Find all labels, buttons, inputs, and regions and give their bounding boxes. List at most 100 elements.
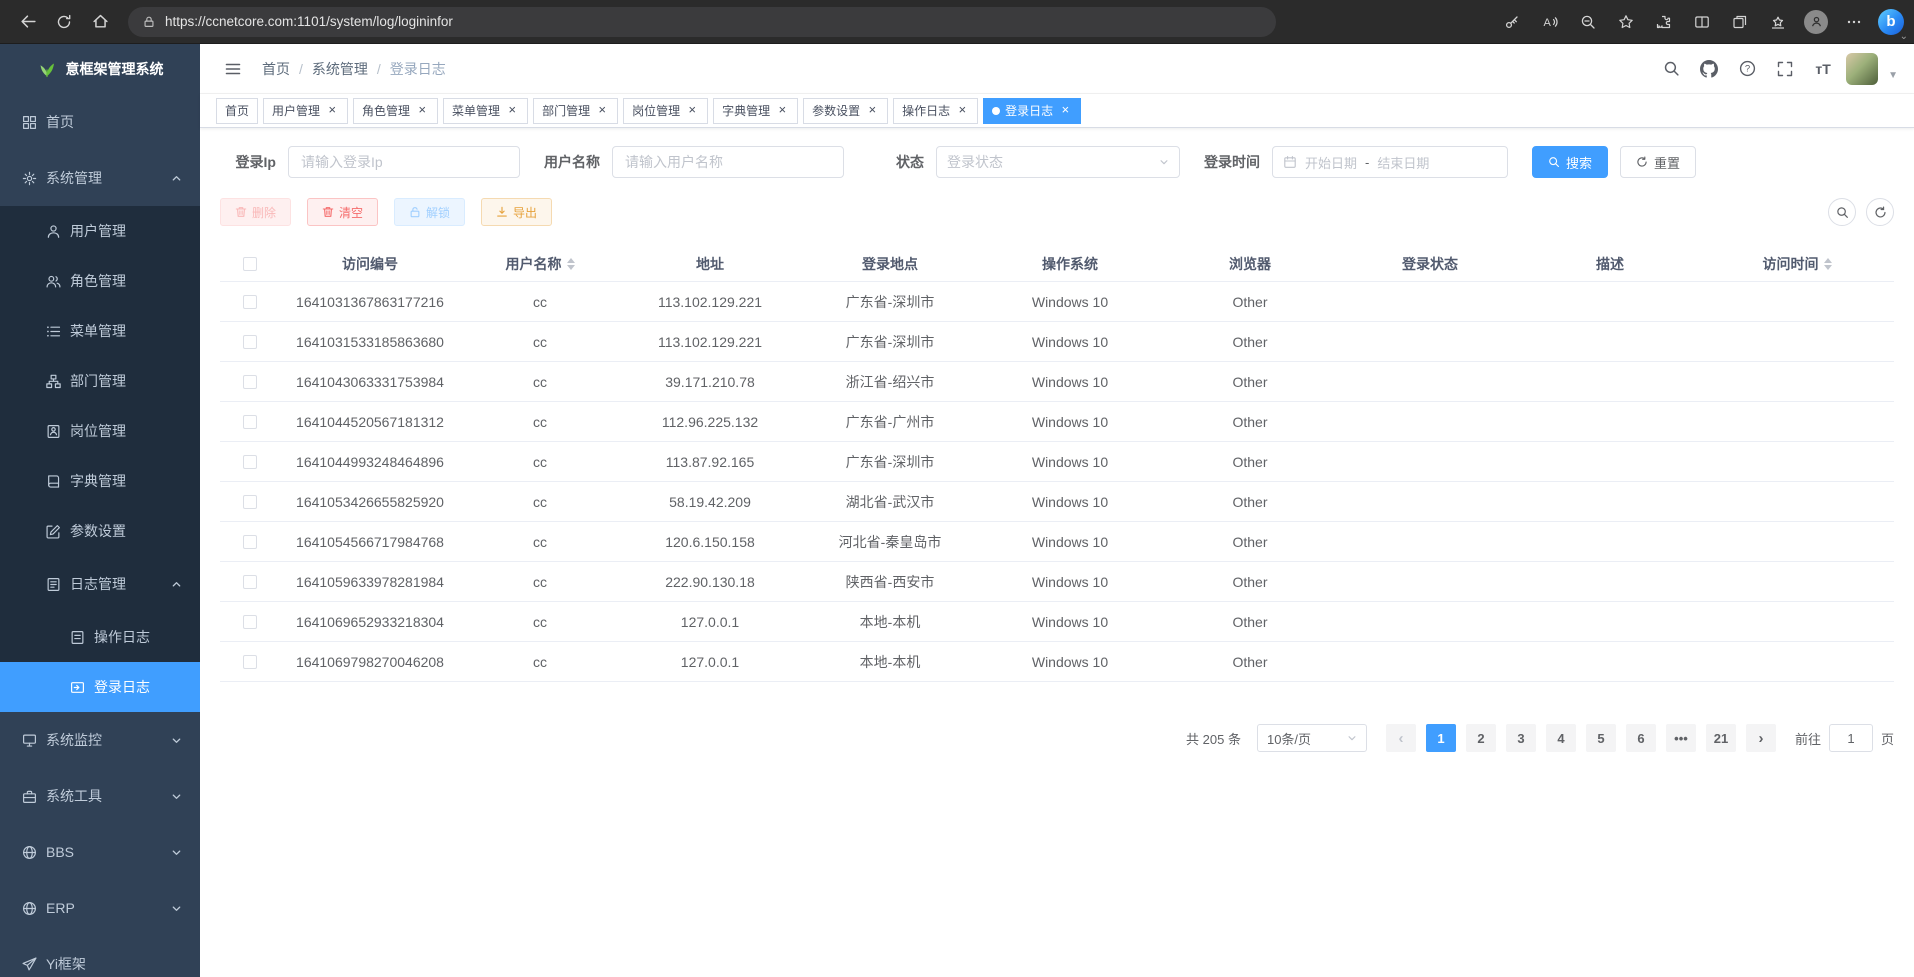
sidebar-item-user-mgmt[interactable]: 用户管理 [0,206,200,256]
tab[interactable]: 首页 [216,98,258,124]
tab[interactable]: 菜单管理 × [443,98,528,124]
tab[interactable]: 登录日志 × [983,98,1081,124]
unlock-button[interactable]: 解锁 [394,198,465,226]
sidebar-item-system-mgmt[interactable]: 系统管理 [0,150,200,206]
page-number-button[interactable]: 21 [1706,724,1736,752]
search-button[interactable]: 搜索 [1532,146,1608,178]
sidebar-item-role-mgmt[interactable]: 角色管理 [0,256,200,306]
favorites-star-icon[interactable] [1608,6,1644,38]
profile-avatar[interactable] [1798,6,1834,38]
page-number-button[interactable]: 5 [1586,724,1616,752]
tab[interactable]: 用户管理 × [263,98,348,124]
tab[interactable]: 参数设置 × [803,98,888,124]
username-input[interactable] [612,146,844,178]
collections-icon[interactable] [1722,6,1758,38]
sidebar-item-home[interactable]: 首页 [0,94,200,150]
back-icon[interactable] [10,6,46,38]
tab-close-icon[interactable]: × [865,104,879,118]
font-size-icon[interactable]: тT [1808,54,1838,84]
github-icon[interactable] [1694,54,1724,84]
delete-button[interactable]: 删除 [220,198,291,226]
sidebar-item-operation-log[interactable]: 操作日志 [0,612,200,662]
tab[interactable]: 部门管理 × [533,98,618,124]
select-all-checkbox[interactable] [243,257,257,271]
refresh-table-button[interactable] [1866,198,1894,226]
tab-close-icon[interactable]: × [685,104,699,118]
sidebar-item-yi-framework[interactable]: Yi框架 [0,936,200,977]
tab[interactable]: 岗位管理 × [623,98,708,124]
sidebar-item-post-mgmt[interactable]: 岗位管理 [0,406,200,456]
extensions-puzzle-icon[interactable] [1646,6,1682,38]
page-number-button[interactable]: ••• [1666,724,1696,752]
page-number-button[interactable]: 1 [1426,724,1456,752]
row-checkbox[interactable] [243,615,257,629]
row-checkbox[interactable] [243,415,257,429]
tab-close-icon[interactable]: × [505,104,519,118]
app-logo[interactable]: 意框架管理系统 [0,44,200,94]
sidebar-item-dict-mgmt[interactable]: 字典管理 [0,456,200,506]
page-number-button[interactable]: 6 [1626,724,1656,752]
row-checkbox[interactable] [243,655,257,669]
goto-page-input[interactable] [1829,724,1873,752]
sidebar-item-menu-mgmt[interactable]: 菜单管理 [0,306,200,356]
sidebar-item-param-settings[interactable]: 参数设置 [0,506,200,556]
login-ip-input[interactable] [288,146,520,178]
more-menu-icon[interactable] [1836,6,1872,38]
sort-carets-icon[interactable] [1824,258,1832,270]
refresh-icon[interactable] [46,6,82,38]
tab-close-icon[interactable]: × [955,104,969,118]
row-checkbox[interactable] [243,495,257,509]
sidebar-item-login-log[interactable]: 登录日志 [0,662,200,712]
fullscreen-icon[interactable] [1770,54,1800,84]
prev-page-button[interactable]: ‹ [1386,724,1416,752]
export-button[interactable]: 导出 [481,198,552,226]
tab-close-icon[interactable]: × [1058,104,1072,118]
zoom-icon[interactable] [1570,6,1606,38]
tab-close-icon[interactable]: × [325,104,339,118]
avatar-caret-down-icon[interactable]: ▼ [1888,70,1898,85]
page-size-select[interactable]: 10条/页 [1257,724,1367,752]
password-key-icon[interactable] [1494,6,1530,38]
row-checkbox[interactable] [243,375,257,389]
sidebar-item-log-mgmt[interactable]: 日志管理 [0,556,200,612]
row-checkbox[interactable] [243,575,257,589]
tab[interactable]: 角色管理 × [353,98,438,124]
sidebar-item-bbs[interactable]: BBS [0,824,200,880]
browser-essentials-icon[interactable] [1760,6,1796,38]
tab[interactable]: 操作日志 × [893,98,978,124]
date-range-picker[interactable]: 开始日期 - 结束日期 [1272,146,1508,178]
search-icon[interactable] [1656,54,1686,84]
address-bar[interactable]: https://ccnetcore.com:1101/system/log/lo… [128,7,1276,37]
home-icon[interactable] [82,6,118,38]
clear-button[interactable]: 清空 [307,198,378,226]
site-lock-icon[interactable] [142,15,156,29]
tab-close-icon[interactable]: × [415,104,429,118]
toolbar-overflow-chevron-icon[interactable]: ⌄ [1900,31,1908,42]
help-icon[interactable]: ? [1732,54,1762,84]
tab-close-icon[interactable]: × [775,104,789,118]
tab[interactable]: 字典管理 × [713,98,798,124]
sort-carets-icon[interactable] [567,258,575,270]
breadcrumb-system-mgmt[interactable]: 系统管理 [312,59,368,79]
status-select[interactable]: 登录状态 [936,146,1180,178]
sidebar-item-dept-mgmt[interactable]: 部门管理 [0,356,200,406]
page-number-button[interactable]: 3 [1506,724,1536,752]
row-checkbox[interactable] [243,295,257,309]
row-checkbox[interactable] [243,455,257,469]
user-avatar[interactable] [1846,53,1878,85]
row-checkbox[interactable] [243,535,257,549]
hamburger-icon[interactable] [216,52,250,86]
sidebar-item-system-monitor[interactable]: 系统监控 [0,712,200,768]
page-number-button[interactable]: 2 [1466,724,1496,752]
reset-button[interactable]: 重置 [1620,146,1696,178]
breadcrumb-home[interactable]: 首页 [262,59,290,79]
toggle-search-button[interactable] [1828,198,1856,226]
row-checkbox[interactable] [243,335,257,349]
sidebar-item-system-tools[interactable]: 系统工具 [0,768,200,824]
sidebar-item-erp[interactable]: ERP [0,880,200,936]
next-page-button[interactable]: › [1746,724,1776,752]
page-number-button[interactable]: 4 [1546,724,1576,752]
split-screen-icon[interactable] [1684,6,1720,38]
read-aloud-icon[interactable]: A [1532,6,1568,38]
tab-close-icon[interactable]: × [595,104,609,118]
